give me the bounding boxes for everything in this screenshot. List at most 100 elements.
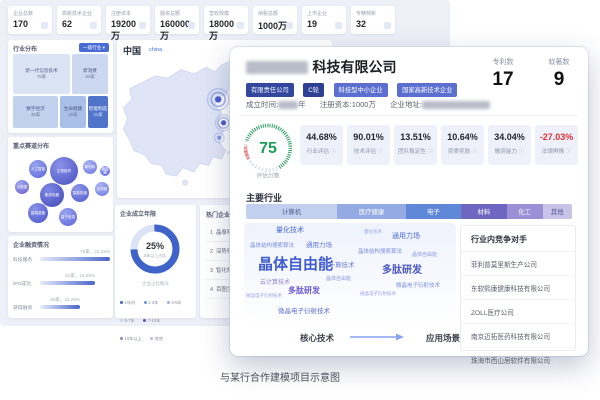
cloud-word: 云计算技术 (260, 277, 290, 286)
company-report-panel: 科技有限公司 专利数 17 软著数 9 有限责任公司 C轮 科技型中小企业 国家… (230, 47, 588, 356)
segment: 其他 (543, 204, 572, 219)
score-gauge: 75 评估分数 (236, 119, 300, 181)
competitors-box: 行业内竞争对手 菲利普莫里斯生产公司 东软熙康健康科技有限公司 ZOLL医疗公司… (460, 225, 576, 351)
redacted-founded-year (278, 101, 298, 109)
tag-company-type: 有限责任公司 (246, 83, 294, 97)
info-icon[interactable]: ⓘ (378, 149, 384, 155)
cloud-word: 晶体结构搜索算法 (250, 241, 294, 249)
cloud-word: 通用力场 (306, 239, 332, 249)
stat-icon (139, 22, 146, 29)
cloud-word: 晶体结构搜索算法 (358, 247, 402, 255)
page: 企业总数 170 高新技术企业 62 注册资本 19200万 融资总额 1600… (0, 0, 600, 400)
bubble: 人工智能 (29, 160, 47, 178)
segment: 材料 (461, 204, 507, 219)
treemap-block: 新一代信息技术 75家 (13, 54, 70, 94)
industry-level-dropdown[interactable]: 一级行业 ▾ (79, 43, 109, 52)
redacted-address (422, 101, 490, 109)
tag-funding-round: C轮 (303, 83, 324, 97)
cloud-word: 通用力场 (392, 231, 420, 241)
competitor-item: ZOLL医疗公司 (461, 300, 575, 324)
metric-box: -27.03% 法律舆情 ⓘ (535, 125, 578, 165)
metric-box: 44.68% 行业评估 ⓘ (300, 125, 343, 165)
treemap-block: 数字经济 45家 (13, 96, 58, 128)
bubble: 新材料 (83, 160, 97, 174)
score-value: 75 (259, 140, 277, 157)
bubble: 生物医药 (50, 157, 78, 185)
stat-card: 高新技术企业 62 (57, 6, 101, 34)
cloud-word: 云计算技术 (322, 259, 355, 269)
treemap-block: 智能制造 21家 (88, 96, 108, 128)
bar-value: 45家，15.25% (28, 297, 80, 303)
wordcloud: 量化技术 晶体结构搜索算法 通用力场 晶体自由能 云计算技术 云计算技术 多肽研… (244, 223, 456, 327)
bar-label: 获得融资 (13, 304, 32, 311)
flow-right-label: 应用场景 (426, 332, 460, 344)
segment: 医疗健康 (337, 204, 405, 219)
industry-distribution-card: 行业分布 一级行业 ▾ 新一代信息技术 75家 新消费 64家 数字经济 45家… (8, 40, 113, 133)
cloud-word: 微晶电子衍射技术 (360, 291, 396, 297)
cloud-word: 多肽研发 (382, 261, 422, 276)
cloud-word: 微晶电子衍射技术 (246, 293, 282, 299)
bubble: 大数据 (15, 180, 29, 194)
divider (240, 115, 578, 116)
map-ripple-point (208, 89, 229, 110)
stat-icon (90, 22, 97, 29)
cloud-word: 晶体自由能 (412, 251, 437, 258)
bar-label: IPO成功 (13, 280, 31, 287)
bubble: 集成电路 (40, 183, 64, 207)
competitors-title: 行业内竞争对手 (461, 226, 575, 252)
segment: 计算机 (246, 204, 337, 219)
metric-box: 13.51% 团队稳定性 ⓘ (394, 125, 437, 165)
cloud-word: 量化技术 (364, 229, 382, 235)
info-icon[interactable]: ⓘ (519, 149, 525, 155)
bubble: 量子信息 (59, 208, 77, 226)
stat-icon (188, 22, 195, 29)
stat-card: 企业总数 170 (8, 6, 52, 34)
china-map (119, 54, 247, 196)
treemap-block: 新消费 64家 (72, 54, 108, 94)
competitor-item: 南京迈拓医药科技有限公司 (461, 324, 575, 348)
donut-center-value: 25% (146, 241, 164, 251)
cloud-word: 多肽研发 (288, 285, 320, 296)
copyrights-stat: 软著数 9 (536, 57, 582, 91)
stat-label: 营收规模 (204, 6, 248, 17)
cloud-word: 晶体自由能 (326, 275, 351, 282)
stat-card: 上市企业 19 (302, 6, 346, 34)
figure-caption: 与某行合作建模项目示意图 (140, 369, 420, 384)
stat-card: 专精特新 32 (351, 6, 395, 34)
bar (40, 257, 110, 261)
map-subtitle: china (149, 47, 162, 53)
competitor-item: 菲利普莫里斯生产公司 (461, 252, 575, 276)
bar (40, 281, 95, 285)
tag-high-tech: 国家高新技术企业 (397, 83, 457, 97)
cloud-word: 微晶电子衍射技术 (396, 281, 440, 289)
track-bubble-card: 重点赛道分布 人工智能 生物医药 新材料 新能源 大数据 集成电路 智能制造 区… (8, 137, 113, 232)
finance-card: 企业融资情况 科技服务 75家，23.25% IPO成功 51家，18.25% … (8, 236, 113, 318)
donut-note: 企业占比情况 (115, 281, 196, 287)
cloud-word: 微晶电子衍射技术 (278, 305, 330, 315)
score-label: 评估分数 (256, 172, 280, 180)
stat-card: 纳税总额 1000万 (253, 6, 297, 34)
company-name: 科技有限公司 (246, 57, 396, 77)
metric-box: 34.04% 融资能力 ⓘ (488, 125, 531, 165)
stat-label: 上市企业 (302, 6, 346, 17)
bar-value: 75家，23.25% (48, 249, 110, 255)
info-icon[interactable]: ⓘ (427, 149, 433, 155)
stat-icon (286, 22, 293, 29)
donut-card: 企业成立年限 25% 5年以上占比 企业占比情况 1年内 1-3年 3-5年 5… (115, 205, 196, 318)
bar-label: 科技服务 (13, 256, 32, 263)
cloud-word: 量化技术 (276, 225, 304, 235)
info-icon[interactable]: ⓘ (472, 149, 478, 155)
bar-value: 51家，18.25% (38, 273, 95, 279)
competitor-item: 珠海市西山居软件有限公司 (461, 348, 575, 371)
flow-arrow-icon (348, 333, 406, 341)
industry-segment-bar: 计算机 医疗健康 电子 材料 化工 其他 (246, 204, 572, 219)
stat-label: 纳税总额 (253, 6, 297, 17)
bubble: 智能制造 (71, 184, 89, 202)
info-icon[interactable]: ⓘ (331, 149, 337, 155)
metric-box: 10.64% 资质奖励 ⓘ (441, 125, 484, 165)
info-icon[interactable]: ⓘ (566, 149, 572, 155)
stat-label: 融资总额 (155, 6, 199, 17)
card-title: 行业分布 (13, 44, 37, 53)
stat-card: 注册资本 19200万 (106, 6, 150, 34)
stat-card: 营收规模 18000万 (204, 6, 248, 34)
